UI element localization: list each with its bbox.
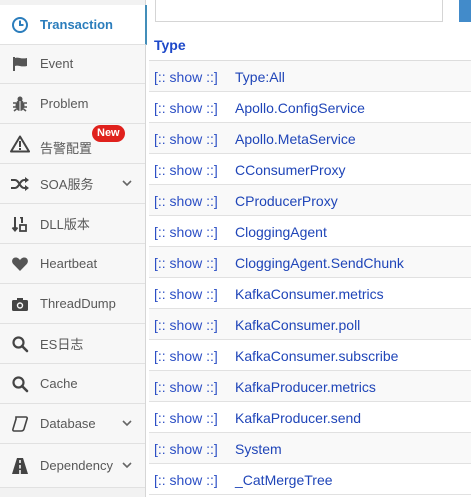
table-row: [:: show ::] KafkaConsumer.subscribe (149, 340, 471, 371)
type-name-link[interactable]: KafkaConsumer.subscribe (235, 348, 398, 364)
type-name-link[interactable]: KafkaProducer.send (235, 410, 361, 426)
clock-icon (10, 15, 30, 35)
sidebar: Transaction Event Problem 告警配置 New SOA服务 (0, 0, 147, 497)
type-name-link[interactable]: _CatMergeTree (235, 472, 333, 488)
camera-icon (10, 294, 30, 314)
table-row: [:: show ::] Type:All (149, 61, 471, 92)
show-link[interactable]: [:: show ::] (154, 348, 218, 364)
sidebar-item-soa[interactable]: SOA服务 (0, 164, 145, 204)
sidebar-item-transaction[interactable]: Transaction (0, 5, 147, 45)
table-row: [:: show ::] System (149, 433, 471, 464)
type-name-link[interactable]: KafkaConsumer.metrics (235, 286, 384, 302)
show-link[interactable]: [:: show ::] (154, 69, 218, 85)
show-link[interactable]: [:: show ::] (154, 193, 218, 209)
sidebar-item-es-log[interactable]: ES日志 (0, 324, 145, 364)
sidebar-item-label: Cache (40, 376, 78, 391)
type-name-link[interactable]: KafkaConsumer.poll (235, 317, 360, 333)
heart-icon (10, 254, 30, 274)
column-header-type[interactable]: Type (154, 37, 186, 53)
sidebar-item-label: ES日志 (40, 337, 84, 352)
table-row: [:: show ::] CConsumerProxy (149, 154, 471, 185)
table-row: [:: show ::] CProducerProxy (149, 185, 471, 216)
type-name-link[interactable]: System (235, 441, 282, 457)
road-icon (10, 456, 30, 476)
show-link[interactable]: [:: show ::] (154, 255, 218, 271)
type-name-link[interactable]: CProducerProxy (235, 193, 338, 209)
show-link[interactable]: [:: show ::] (154, 131, 218, 147)
show-link[interactable]: [:: show ::] (154, 472, 218, 488)
sidebar-item-label: ThreadDump (40, 296, 116, 311)
show-link[interactable]: [:: show ::] (154, 224, 218, 240)
show-link[interactable]: [:: show ::] (154, 162, 218, 178)
table-row: [:: show ::] KafkaConsumer.poll (149, 309, 471, 340)
type-name-link[interactable]: CloggingAgent.SendChunk (235, 255, 404, 271)
sidebar-item-event[interactable]: Event (0, 44, 145, 84)
sidebar-item-heartbeat[interactable]: Heartbeat (0, 244, 145, 284)
sidebar-item-label: Problem (40, 96, 89, 111)
sort-numeric-icon (10, 214, 30, 234)
table-row: [:: show ::] KafkaConsumer.metrics (149, 278, 471, 309)
sidebar-item-label: Event (40, 56, 74, 71)
sidebar-item-alert-config[interactable]: 告警配置 New (0, 124, 145, 164)
sidebar-item-problem[interactable]: Problem (0, 84, 145, 124)
search-input[interactable] (155, 0, 443, 22)
sidebar-item-label: 告警配置 (40, 141, 93, 156)
sidebar-item-label: DLL版本 (40, 217, 90, 232)
show-link[interactable]: [:: show ::] (154, 286, 218, 302)
sidebar-item-label: Dependency (40, 458, 113, 473)
chevron-down-icon (122, 180, 132, 187)
sidebar-item-label: Database (40, 416, 96, 431)
chevron-down-icon (122, 462, 132, 469)
sidebar-item-dll-version[interactable]: DLL版本 (0, 204, 145, 244)
sidebar-item-label: SOA服务 (40, 177, 94, 192)
show-link[interactable]: [:: show ::] (154, 100, 218, 116)
type-name-link[interactable]: CloggingAgent (235, 224, 327, 240)
flag-icon (10, 54, 30, 74)
shuffle-icon (10, 174, 30, 194)
show-link[interactable]: [:: show ::] (154, 410, 218, 426)
sidebar-item-database[interactable]: Database (0, 404, 145, 444)
show-link[interactable]: [:: show ::] (154, 317, 218, 333)
table-header-row: Type (149, 30, 471, 61)
bug-icon (10, 94, 30, 114)
chevron-down-icon (122, 420, 132, 427)
search-icon (10, 374, 30, 394)
table-row: [:: show ::] _CatMergeTree (149, 464, 471, 495)
new-badge: New (92, 125, 125, 142)
table-row: [:: show ::] KafkaProducer.send (149, 402, 471, 433)
type-name-link[interactable]: Apollo.MetaService (235, 131, 356, 147)
table-row: [:: show ::] KafkaProducer.metrics (149, 371, 471, 402)
show-link[interactable]: [:: show ::] (154, 441, 218, 457)
sidebar-item-cache[interactable]: Cache (0, 364, 145, 404)
type-name-link[interactable]: Type:All (235, 69, 285, 85)
search-button[interactable] (459, 0, 471, 22)
show-link[interactable]: [:: show ::] (154, 379, 218, 395)
table-row: [:: show ::] Apollo.MetaService (149, 123, 471, 154)
sidebar-item-threaddump[interactable]: ThreadDump (0, 284, 145, 324)
table-row: [:: show ::] CloggingAgent.SendChunk (149, 247, 471, 278)
main-content: Type [:: show ::] Type:All [:: show ::] Apo… (146, 0, 471, 497)
type-name-link[interactable]: Apollo.ConfigService (235, 100, 365, 116)
table-row: [:: show ::] Apollo.ConfigService (149, 92, 471, 123)
warning-icon (10, 134, 30, 154)
type-name-link[interactable]: CConsumerProxy (235, 162, 345, 178)
sidebar-item-dependency[interactable]: Dependency (0, 444, 145, 488)
table-row: [:: show ::] CloggingAgent (149, 216, 471, 247)
search-icon (10, 334, 30, 354)
sidebar-item-label: Heartbeat (40, 256, 98, 271)
sidebar-item-label: Transaction (40, 17, 113, 32)
type-name-link[interactable]: KafkaProducer.metrics (235, 379, 376, 395)
database-icon (10, 414, 30, 434)
